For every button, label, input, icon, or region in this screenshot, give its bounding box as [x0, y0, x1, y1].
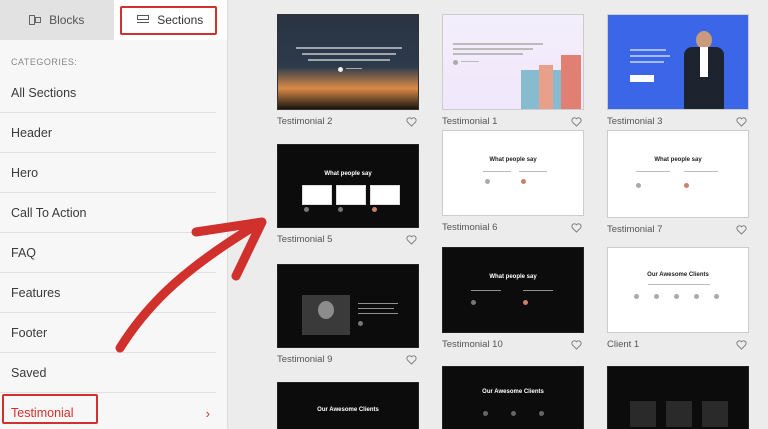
tab-sections-label: Sections [157, 13, 204, 27]
section-card[interactable]: What people say Testimonial 5 [277, 144, 419, 245]
heart-icon[interactable] [736, 116, 747, 127]
tab-sections[interactable]: Sections [113, 0, 227, 40]
sections-icon [137, 15, 150, 23]
section-label: Testimonial 7 [607, 224, 663, 235]
section-card[interactable]: Our Awesome Clients Client 1 [607, 247, 749, 350]
section-card[interactable]: Our Awesome Clients [277, 382, 419, 429]
heart-icon[interactable] [406, 354, 417, 365]
section-label: Testimonial 10 [442, 339, 503, 350]
tab-blocks[interactable]: Blocks [0, 0, 114, 40]
category-label: Header [11, 125, 52, 140]
section-thumbnail[interactable] [442, 14, 584, 110]
thumbnail-heading: What people say [324, 171, 372, 177]
category-label: Saved [11, 365, 47, 380]
section-thumbnail[interactable]: Our Awesome Clients [277, 382, 419, 429]
thumbnail-heading: Our Awesome Clients [317, 407, 379, 413]
section-thumbnail[interactable]: What people say [277, 144, 419, 228]
category-label: FAQ [11, 245, 37, 260]
section-thumbnail[interactable]: Our Awesome Clients [442, 366, 584, 429]
category-features[interactable]: Features [0, 273, 216, 313]
section-card[interactable]: Testimonial 9 [277, 264, 419, 365]
section-card[interactable]: Our Awesome Clients [442, 366, 584, 429]
section-label: Testimonial 5 [277, 234, 333, 245]
section-card[interactable] [607, 366, 749, 429]
thumbnail-heading: What people say [489, 274, 537, 280]
category-footer[interactable]: Footer [0, 313, 216, 353]
selection-highlight [2, 394, 98, 424]
section-thumbnail[interactable] [607, 366, 749, 429]
section-card[interactable]: What people say Testimonial 6 [442, 130, 584, 233]
chevron-right-icon: › [205, 405, 210, 421]
section-card[interactable]: What people say Testimonial 10 [442, 247, 584, 350]
heart-icon[interactable] [406, 234, 417, 245]
heart-icon[interactable] [736, 224, 747, 235]
section-thumbnail[interactable]: What people say [442, 247, 584, 333]
category-all-sections[interactable]: All Sections [0, 73, 216, 113]
section-card[interactable]: What people say Testimonial 7 [607, 130, 749, 235]
thumbnail-heading: What people say [489, 157, 537, 163]
thumbnail-heading: Our Awesome Clients [647, 272, 709, 278]
section-label: Testimonial 9 [277, 354, 333, 365]
category-hero[interactable]: Hero [0, 153, 216, 193]
heart-icon[interactable] [571, 222, 582, 233]
thumbnail-heading: What people say [654, 157, 702, 163]
category-call-to-action[interactable]: Call To Action [0, 193, 216, 233]
section-thumbnail[interactable] [277, 14, 419, 110]
sidebar-tabs: Blocks Sections [0, 0, 227, 40]
sections-grid: Testimonial 2 Testimonial 1 Testimonial [229, 0, 768, 429]
heart-icon[interactable] [406, 116, 417, 127]
section-card[interactable]: Testimonial 1 [442, 14, 584, 127]
sidebar: Blocks Sections CATEGORIES: All Sections… [0, 0, 228, 429]
section-thumbnail[interactable]: Our Awesome Clients [607, 247, 749, 333]
tab-blocks-label: Blocks [49, 13, 85, 27]
heart-icon[interactable] [571, 339, 582, 350]
section-label: Client 1 [607, 339, 640, 350]
category-label: Features [11, 285, 61, 300]
section-label: Testimonial 1 [442, 116, 498, 127]
category-list: All Sections Header Hero Call To Action … [0, 73, 228, 429]
heart-icon[interactable] [571, 116, 582, 127]
category-label: Hero [11, 165, 39, 180]
section-label: Testimonial 6 [442, 222, 498, 233]
section-card[interactable]: Testimonial 2 [277, 14, 419, 127]
category-testimonial[interactable]: Testimonial › [0, 393, 228, 429]
category-label: All Sections [11, 85, 77, 100]
category-saved[interactable]: Saved [0, 353, 216, 393]
section-thumbnail[interactable] [607, 14, 749, 110]
blocks-icon [29, 15, 42, 25]
heart-icon[interactable] [736, 339, 747, 350]
category-faq[interactable]: FAQ [0, 233, 216, 273]
thumbnail-heading: Our Awesome Clients [482, 389, 544, 395]
section-thumbnail[interactable]: What people say [607, 130, 749, 218]
section-label: Testimonial 3 [607, 116, 663, 127]
section-label: Testimonial 2 [277, 116, 333, 127]
category-label: Footer [11, 325, 48, 340]
category-label: Call To Action [11, 205, 87, 220]
section-card[interactable]: Testimonial 3 [607, 14, 749, 127]
category-header[interactable]: Header [0, 113, 216, 153]
section-thumbnail[interactable] [277, 264, 419, 348]
section-thumbnail[interactable]: What people say [442, 130, 584, 216]
